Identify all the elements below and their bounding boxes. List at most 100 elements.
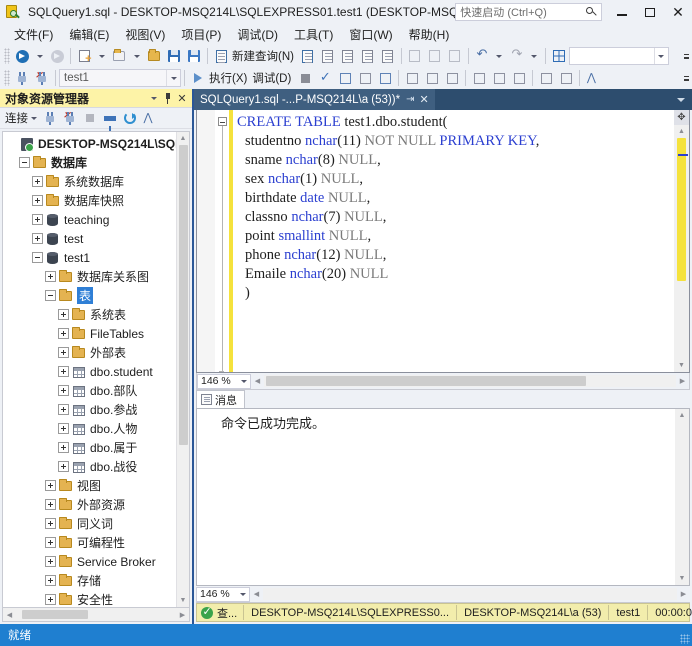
scrollbar-track[interactable] xyxy=(264,375,676,387)
connect-button[interactable]: 连接 xyxy=(5,110,40,126)
navigate-backward-button[interactable] xyxy=(12,46,32,66)
expand-icon[interactable] xyxy=(58,385,69,396)
object-explorer-tree[interactable]: DESKTOP-MSQ214L\SQLEXPRES 数据库系统数据库数据库快照 te… xyxy=(3,132,176,607)
menu-edit[interactable]: 编辑(E) xyxy=(61,24,117,45)
chevron-down-icon[interactable] xyxy=(237,592,249,596)
tree-node[interactable]: dbo.属于 xyxy=(3,438,176,457)
expand-icon[interactable] xyxy=(58,366,69,377)
close-icon[interactable]: ✕ xyxy=(175,91,189,106)
pin-icon[interactable] xyxy=(161,91,175,106)
tree-node[interactable]: dbo.参战 xyxy=(3,400,176,419)
stop-icon[interactable] xyxy=(80,108,100,128)
execute-icon[interactable] xyxy=(188,68,208,88)
undo-dropdown[interactable] xyxy=(492,46,507,66)
tree-node[interactable]: 外部表 xyxy=(3,343,176,362)
resize-grip-icon[interactable] xyxy=(680,634,690,644)
copy-button[interactable] xyxy=(425,46,445,66)
uncomment-lines-button[interactable] xyxy=(489,68,509,88)
results-horizontal-scrollbar[interactable]: ◀ ▶ xyxy=(250,587,690,602)
expand-icon[interactable] xyxy=(45,518,56,529)
results-to-grid-button[interactable] xyxy=(422,68,442,88)
minimize-button[interactable] xyxy=(608,1,636,23)
refresh-icon[interactable] xyxy=(120,108,140,128)
filter-icon[interactable] xyxy=(100,108,120,131)
comment-lines-button[interactable] xyxy=(469,68,489,88)
chevron-down-icon[interactable] xyxy=(238,379,250,383)
tree-node[interactable]: test xyxy=(3,229,176,248)
open-file-dropdown[interactable] xyxy=(129,46,144,66)
tree-node[interactable]: 安全性 xyxy=(3,590,176,607)
tree-node[interactable]: 数据库关系图 xyxy=(3,267,176,286)
expand-icon[interactable] xyxy=(58,442,69,453)
registered-servers-button[interactable] xyxy=(549,46,569,66)
tree-node[interactable]: teaching xyxy=(3,210,176,229)
new-query-with-current-connection-button[interactable] xyxy=(298,46,318,66)
scroll-up-icon[interactable]: ▲ xyxy=(675,125,688,138)
save-button[interactable] xyxy=(164,46,184,66)
menu-view[interactable]: 视图(V) xyxy=(117,24,173,45)
scroll-up-icon[interactable]: ▲ xyxy=(177,132,190,145)
object-explorer-horizontal-scrollbar[interactable]: ◀ ▶ xyxy=(2,608,190,622)
expand-icon[interactable] xyxy=(58,423,69,434)
scroll-left-icon[interactable]: ◀ xyxy=(250,588,263,601)
tree-node[interactable]: 系统数据库 xyxy=(3,172,176,191)
messages-vertical-scrollbar[interactable]: ▲ ▼ xyxy=(675,409,689,585)
editor-fold-column[interactable] xyxy=(215,110,229,372)
scrollbar-track[interactable] xyxy=(263,588,677,600)
scrollbar-track[interactable] xyxy=(16,609,176,620)
scroll-up-icon[interactable]: ▲ xyxy=(676,409,689,422)
disconnect-object-explorer-icon[interactable]: ✕ xyxy=(60,108,80,128)
expand-icon[interactable] xyxy=(58,328,69,339)
menu-window[interactable]: 窗口(W) xyxy=(341,24,400,45)
connect-object-explorer-icon[interactable] xyxy=(40,108,60,128)
toolbar-overflow-button[interactable] xyxy=(681,46,692,66)
increase-indent-button[interactable] xyxy=(556,68,576,88)
show-results-pane-button[interactable] xyxy=(509,68,529,88)
tree-node[interactable]: FileTables xyxy=(3,324,176,343)
new-project-button[interactable] xyxy=(74,46,94,66)
menu-help[interactable]: 帮助(H) xyxy=(401,24,458,45)
open-file-button[interactable] xyxy=(109,46,129,66)
tree-node[interactable]: 数据库 xyxy=(3,153,176,172)
connect-button[interactable] xyxy=(12,68,32,88)
tree-node[interactable]: 表 xyxy=(3,286,176,305)
expand-icon[interactable] xyxy=(45,499,56,510)
tree-node[interactable]: dbo.战役 xyxy=(3,457,176,476)
query-options-button[interactable] xyxy=(355,68,375,88)
tab-sqlquery1[interactable]: SQLQuery1.sql -...P-MSQ214L\a (53))* ⇥ ✕ xyxy=(194,89,436,110)
menu-file[interactable]: 文件(F) xyxy=(6,24,61,45)
scroll-left-icon[interactable]: ◀ xyxy=(251,375,264,388)
collapse-icon[interactable] xyxy=(19,157,30,168)
debug-label[interactable]: 调试(D) xyxy=(251,70,295,86)
expand-icon[interactable] xyxy=(32,195,43,206)
quick-launch-input[interactable]: 快速启动 (Ctrl+Q) xyxy=(455,3,602,21)
chevron-down-icon[interactable] xyxy=(166,70,180,86)
tree-node[interactable]: 系统表 xyxy=(3,305,176,324)
tree-node[interactable]: 可编程性 xyxy=(3,533,176,552)
tree-node[interactable]: 数据库快照 xyxy=(3,191,176,210)
results-to-file-button[interactable] xyxy=(442,68,462,88)
split-editor-icon[interactable]: ✥ xyxy=(674,110,689,125)
pin-icon[interactable]: ⇥ xyxy=(406,94,414,105)
maximize-button[interactable] xyxy=(636,1,664,23)
scroll-right-icon[interactable]: ▶ xyxy=(676,375,689,388)
save-all-button[interactable] xyxy=(184,46,204,66)
new-query-icon[interactable] xyxy=(211,46,231,66)
parse-button[interactable] xyxy=(315,68,335,88)
object-explorer-vertical-scrollbar[interactable]: ▲ ▼ xyxy=(176,132,189,607)
expand-icon[interactable] xyxy=(58,404,69,415)
disconnect-button[interactable]: ✕ xyxy=(32,68,52,88)
collapse-region-icon[interactable] xyxy=(217,117,227,126)
expand-icon[interactable] xyxy=(45,556,56,567)
toolbar-overflow-button[interactable] xyxy=(681,68,692,88)
expand-icon[interactable] xyxy=(45,271,56,282)
decrease-indent-button[interactable] xyxy=(536,68,556,88)
tab-messages[interactable]: 消息 xyxy=(196,390,245,408)
include-actual-execution-plan-button[interactable] xyxy=(375,68,395,88)
expand-icon[interactable] xyxy=(58,461,69,472)
expand-icon[interactable] xyxy=(45,594,56,605)
tree-node[interactable]: test1 xyxy=(3,248,176,267)
panel-menu-chevron-down-icon[interactable] xyxy=(147,91,161,106)
tree-node[interactable]: dbo.部队 xyxy=(3,381,176,400)
editor-zoom-combo[interactable]: 146 % xyxy=(197,373,251,389)
